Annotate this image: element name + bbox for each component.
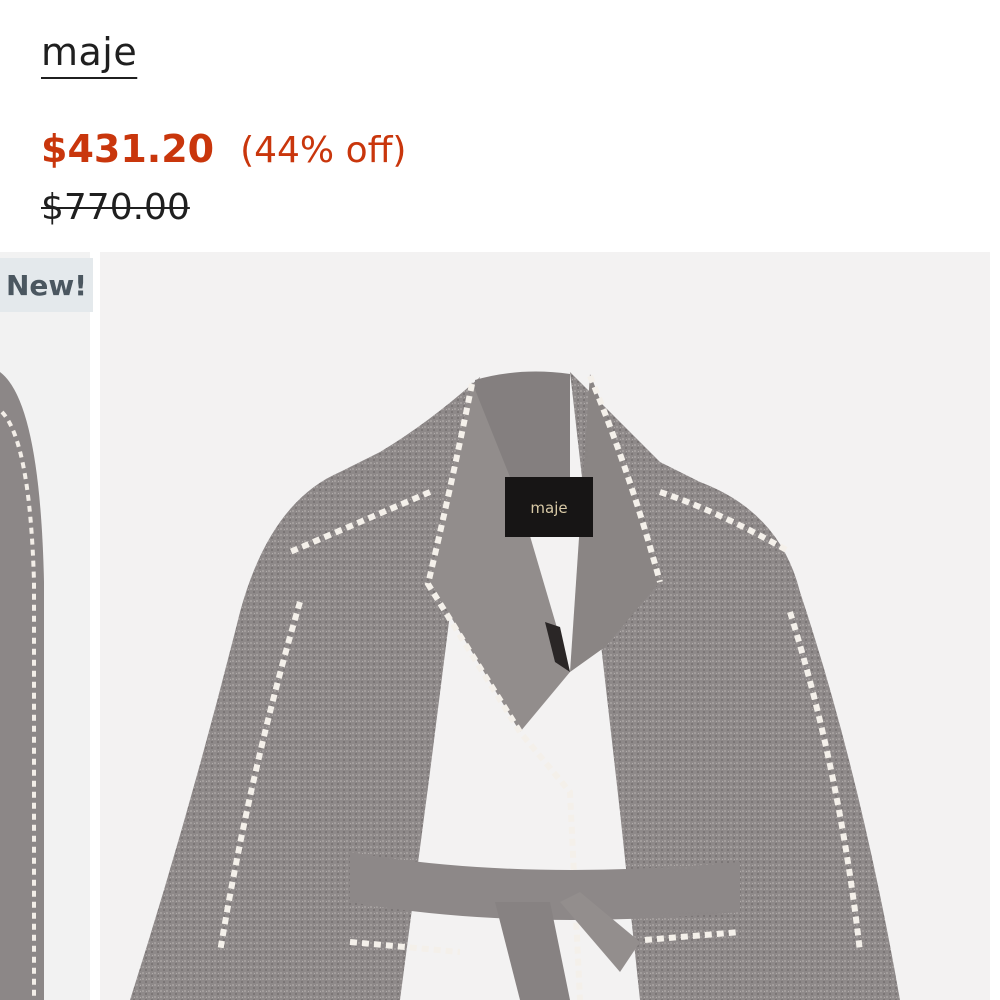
price-row: $431.20 (44% off): [41, 127, 406, 171]
product-title-fragment: [42, 0, 742, 8]
discount-label: (44% off): [240, 130, 407, 171]
previous-image-peek[interactable]: [0, 252, 90, 1000]
image-gallery[interactable]: New! maje: [0, 252, 1000, 1000]
coat-image: maje: [130, 371, 900, 1000]
new-badge: New!: [0, 258, 93, 312]
product-main-image[interactable]: maje: [100, 252, 990, 1000]
original-price: $770.00: [41, 187, 190, 228]
sale-price: $431.20: [41, 127, 215, 171]
svg-text:maje: maje: [530, 499, 567, 517]
product-page: maje $431.20 (44% off) $770.00 New! maje: [0, 0, 1000, 1000]
brand-link[interactable]: maje: [41, 30, 137, 74]
previous-coat-image: [0, 252, 90, 1000]
